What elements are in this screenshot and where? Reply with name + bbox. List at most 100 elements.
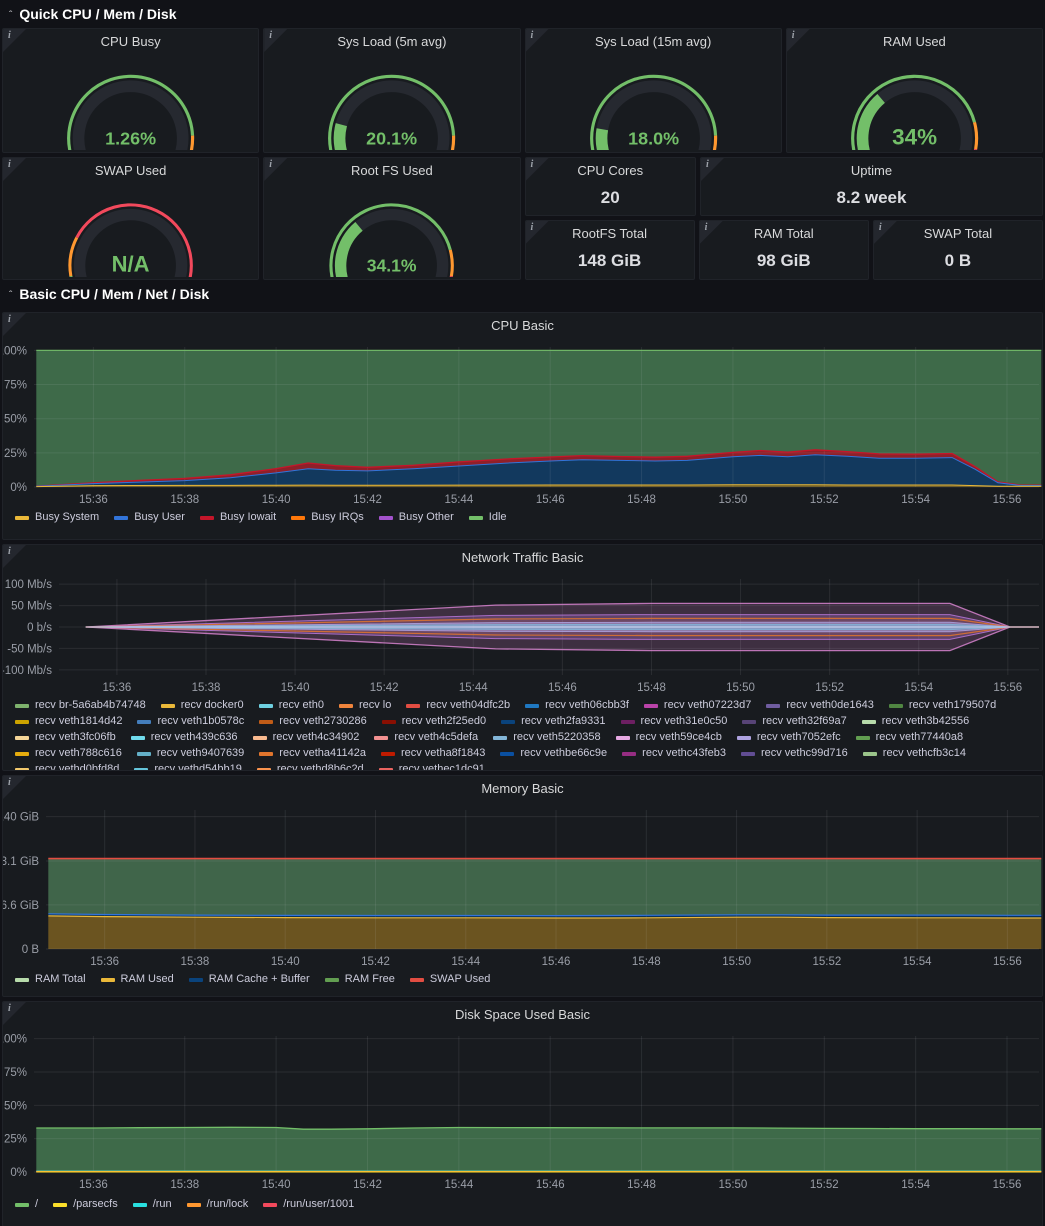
- legend-item[interactable]: RAM Free: [325, 972, 395, 987]
- legend-item[interactable]: recv lo: [339, 698, 391, 713]
- svg-text:15:56: 15:56: [993, 682, 1022, 694]
- network-traffic-chart[interactable]: 15:3615:3815:4015:4215:4415:4615:4815:50…: [3, 571, 1043, 697]
- legend-swatch: [259, 752, 273, 756]
- legend-swatch: [253, 736, 267, 740]
- legend-item[interactable]: recv veth179507d: [889, 698, 996, 713]
- legend-item[interactable]: recv vetha41142a: [259, 746, 366, 761]
- legend-item[interactable]: /parsecfs: [53, 1197, 118, 1212]
- legend-item[interactable]: recv vethbe66c9e: [500, 746, 607, 761]
- legend-item[interactable]: recv br-5a6ab4b74748: [15, 698, 146, 713]
- legend-item[interactable]: Busy Other: [379, 510, 454, 525]
- legend-item[interactable]: recv docker0: [161, 698, 244, 713]
- legend-item[interactable]: recv veth1814d42: [15, 714, 122, 729]
- legend-label: Busy Iowait: [220, 510, 276, 525]
- memory-basic-legend: RAM Total RAM Used RAM Cache + Buffer RAM F…: [3, 971, 1042, 987]
- legend-label: recv lo: [359, 698, 391, 713]
- cpu-basic-chart[interactable]: 15:3615:3815:4015:4215:4415:4615:4815:50…: [3, 339, 1043, 509]
- legend-item[interactable]: recv veth07223d7: [644, 698, 751, 713]
- svg-text:34%: 34%: [892, 125, 937, 150]
- legend-label: recv vetha8f1843: [401, 746, 485, 761]
- legend-item[interactable]: /run: [133, 1197, 172, 1212]
- legend-item[interactable]: recv veth06cbb3f: [525, 698, 629, 713]
- legend-label: Busy Other: [399, 510, 454, 525]
- legend-item[interactable]: recv veth439c636: [131, 730, 238, 745]
- disk-space-chart[interactable]: 15:3615:3815:4015:4215:4415:4615:4815:50…: [3, 1028, 1043, 1196]
- svg-text:50%: 50%: [4, 1100, 27, 1112]
- legend-item[interactable]: recv vethc99d716: [741, 746, 848, 761]
- legend-item[interactable]: recv veth31e0c50: [621, 714, 728, 729]
- legend-item[interactable]: Busy IRQs: [291, 510, 364, 525]
- legend-item[interactable]: /run/user/1001: [263, 1197, 354, 1212]
- legend-item[interactable]: /: [15, 1197, 38, 1212]
- legend-item[interactable]: recv veth1b0578c: [137, 714, 244, 729]
- legend-label: recv veth3b42556: [882, 714, 969, 729]
- legend-item[interactable]: recv veth32f69a7: [742, 714, 846, 729]
- legend-item[interactable]: RAM Used: [101, 972, 174, 987]
- svg-text:15:40: 15:40: [271, 956, 300, 968]
- section-header-quick[interactable]: ˆ︎ Quick CPU / Mem / Disk: [2, 0, 1043, 28]
- legend-item[interactable]: recv vethcfb3c14: [863, 746, 966, 761]
- legend-item[interactable]: Busy System: [15, 510, 99, 525]
- legend-item[interactable]: recv vethd8b6c2d: [257, 762, 364, 771]
- legend-label: RAM Used: [121, 972, 174, 987]
- svg-text:15:52: 15:52: [810, 1179, 839, 1191]
- svg-text:0 b/s: 0 b/s: [27, 622, 52, 634]
- legend-item[interactable]: recv veth788c616: [15, 746, 122, 761]
- svg-text:15:42: 15:42: [361, 956, 390, 968]
- legend-item[interactable]: RAM Cache + Buffer: [189, 972, 310, 987]
- legend-item[interactable]: recv veth0de1643: [766, 698, 873, 713]
- legend-item[interactable]: recv veth9407639: [137, 746, 244, 761]
- section-header-basic[interactable]: ˆ︎ Basic CPU / Mem / Net / Disk: [2, 280, 1043, 308]
- legend-item[interactable]: recv veth2f25ed0: [382, 714, 486, 729]
- legend-item[interactable]: recv veth77440a8: [856, 730, 963, 745]
- panel-cpu-cores: i CPU Cores 20: [525, 157, 697, 216]
- legend-label: /run/lock: [207, 1197, 249, 1212]
- legend-item[interactable]: recv veth4c5defa: [374, 730, 478, 745]
- legend-item[interactable]: recv eth0: [259, 698, 324, 713]
- legend-item[interactable]: recv veth5220358: [493, 730, 600, 745]
- legend-item[interactable]: recv veth3b42556: [862, 714, 969, 729]
- svg-text:15:48: 15:48: [627, 494, 656, 506]
- legend-item[interactable]: recv veth4c34902: [253, 730, 360, 745]
- legend-swatch: [53, 1203, 67, 1207]
- legend-label: Busy IRQs: [311, 510, 364, 525]
- legend-swatch: [493, 736, 507, 740]
- legend-item[interactable]: recv veth3fc06fb: [15, 730, 116, 745]
- legend-item[interactable]: recv vethc43feb3: [622, 746, 726, 761]
- legend-item[interactable]: recv veth59ce4cb: [616, 730, 722, 745]
- panel-title: SWAP Used: [3, 158, 258, 184]
- svg-text:15:42: 15:42: [370, 682, 399, 694]
- legend-item[interactable]: recv vetha8f1843: [381, 746, 485, 761]
- disk-space-legend: / /parsecfs/run/run/lock/run/user/1001: [3, 1196, 1042, 1212]
- legend-swatch: [133, 1203, 147, 1207]
- legend-item[interactable]: recv veth2730286: [259, 714, 366, 729]
- legend-item[interactable]: Busy Iowait: [200, 510, 276, 525]
- legend-item[interactable]: recv veth04dfc2b: [406, 698, 510, 713]
- grafana-dashboard: ˆ︎ Quick CPU / Mem / Disk i CPU Busy 1.2…: [0, 0, 1045, 1226]
- legend-item[interactable]: recv vethec1dc91: [379, 762, 485, 771]
- legend-swatch: [131, 736, 145, 740]
- panel-title: Uptime: [701, 158, 1042, 184]
- legend-item[interactable]: RAM Total: [15, 972, 86, 987]
- legend-item[interactable]: recv veth7052efc: [737, 730, 841, 745]
- legend-item[interactable]: Busy User: [114, 510, 185, 525]
- svg-text:50 Mb/s: 50 Mb/s: [11, 601, 52, 613]
- legend-item[interactable]: /run/lock: [187, 1197, 249, 1212]
- legend-swatch: [381, 752, 395, 756]
- gauge-cpu-busy: 1.26%: [3, 53, 258, 150]
- memory-basic-chart[interactable]: 15:3615:3815:4015:4215:4415:4615:4815:50…: [3, 802, 1043, 971]
- panel-title: RAM Used: [787, 29, 1042, 55]
- legend-item[interactable]: recv vethd0bfd8d: [15, 762, 119, 771]
- section-title: Quick CPU / Mem / Disk: [19, 6, 176, 22]
- legend-swatch: [137, 720, 151, 724]
- panel-swap-used: i SWAP Used N/A: [2, 157, 259, 280]
- svg-text:25%: 25%: [4, 1134, 27, 1146]
- legend-swatch: [622, 752, 636, 756]
- legend-swatch: [187, 1203, 201, 1207]
- legend-item[interactable]: Idle: [469, 510, 507, 525]
- legend-item[interactable]: SWAP Used: [410, 972, 491, 987]
- legend-label: recv vethd8b6c2d: [277, 762, 364, 771]
- legend-item[interactable]: recv vethd54bb19: [134, 762, 241, 771]
- legend-label: recv vetha41142a: [279, 746, 366, 761]
- legend-item[interactable]: recv veth2fa9331: [501, 714, 605, 729]
